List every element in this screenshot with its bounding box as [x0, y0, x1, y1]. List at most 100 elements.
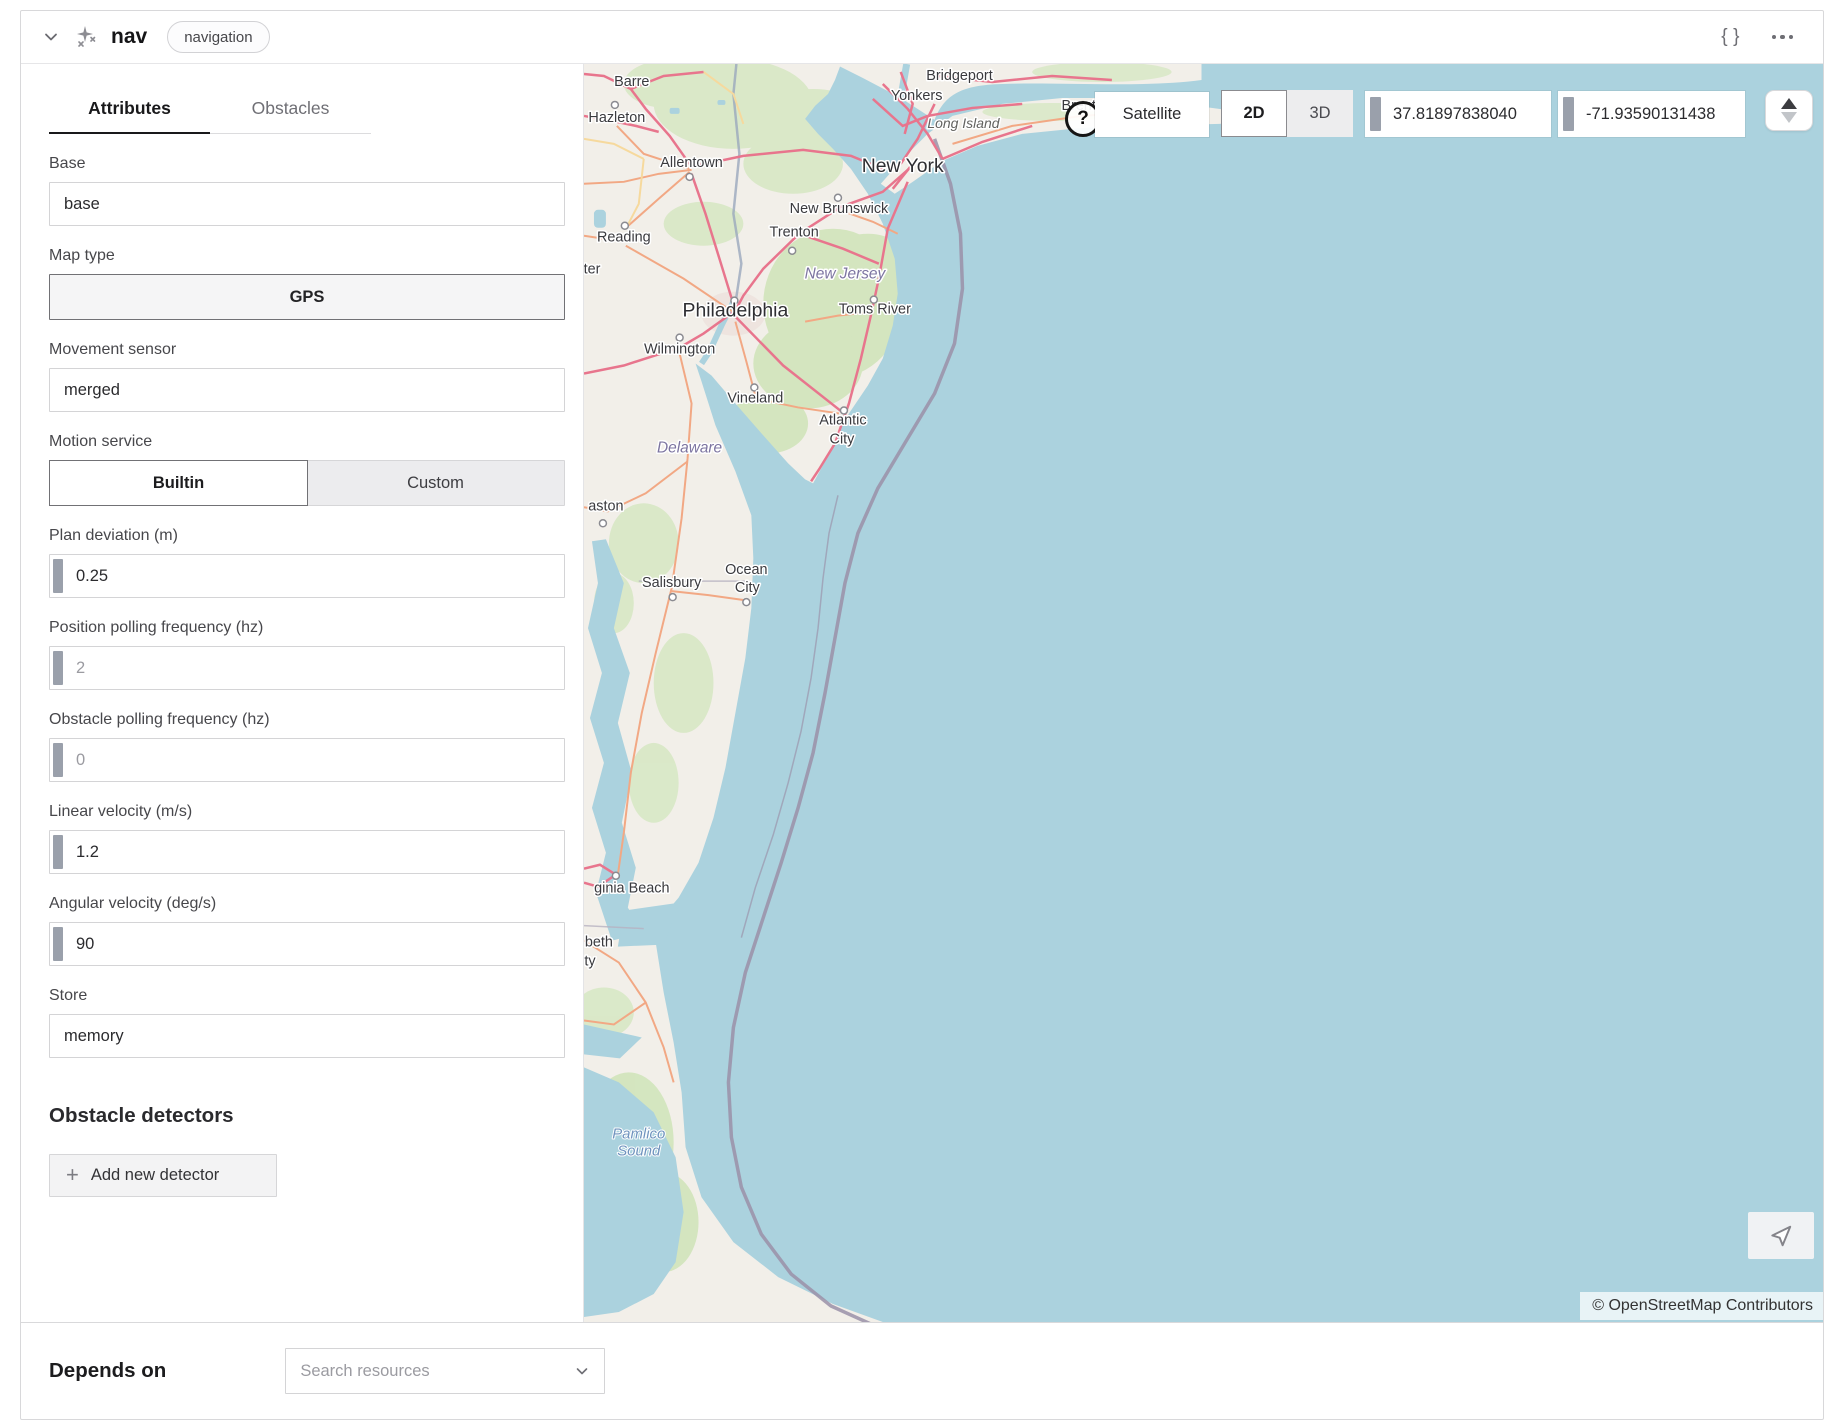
field-base: Base: [49, 155, 565, 226]
field-store: Store: [49, 987, 565, 1058]
service-title: nav: [111, 25, 147, 49]
movement-sensor-label: Movement sensor: [49, 341, 565, 359]
angular-velocity-label: Angular velocity (deg/s): [49, 895, 565, 913]
base-input[interactable]: [49, 182, 565, 226]
dimension-toggle: 2D 3D: [1221, 90, 1353, 137]
field-angular-velocity: Angular velocity (deg/s): [49, 895, 565, 966]
add-detector-button[interactable]: + Add new detector: [49, 1154, 277, 1197]
map-label: New Brunswick: [790, 201, 889, 217]
map-label: Sound: [617, 1142, 661, 1159]
more-menu-icon[interactable]: [1768, 31, 1798, 44]
position-polling-input[interactable]: [49, 646, 565, 690]
service-card: nav navigation { } Attributes Obstacles …: [20, 10, 1824, 1420]
plan-deviation-label: Plan deviation (m): [49, 527, 565, 545]
navigation-service-icon: [73, 24, 99, 50]
map-label: Bridgeport: [926, 68, 993, 84]
json-mode-icon[interactable]: { }: [1721, 26, 1741, 48]
map-label: Ocean: [725, 562, 767, 578]
obstacle-polling-label: Obstacle polling frequency (hz): [49, 711, 565, 729]
map-label: Hazleton: [588, 110, 645, 126]
map-label: Allentown: [660, 155, 723, 171]
map-label: Salisbury: [642, 575, 702, 591]
latitude-field: [1365, 91, 1551, 137]
map-label: City: [830, 431, 856, 447]
map-label: Wilmington: [644, 342, 715, 358]
map-label: City: [735, 580, 761, 596]
map-label: aston: [588, 498, 623, 514]
map-label: Long Island: [927, 115, 1000, 131]
angular-velocity-input[interactable]: [49, 922, 565, 966]
field-movement-sensor: Movement sensor: [49, 341, 565, 412]
card-footer: Depends on Search resources: [21, 1322, 1823, 1419]
map-label: beth: [585, 935, 613, 951]
map-label: New York: [862, 155, 944, 177]
store-input[interactable]: [49, 1014, 565, 1058]
motion-service-toggle: Builtin Custom: [49, 460, 565, 506]
longitude-input[interactable]: [1558, 91, 1745, 137]
movement-sensor-input[interactable]: [49, 368, 565, 412]
base-label: Base: [49, 155, 565, 173]
motion-service-label: Motion service: [49, 433, 565, 451]
store-label: Store: [49, 987, 565, 1005]
page: nav navigation { } Attributes Obstacles …: [0, 0, 1844, 1428]
motion-service-custom-option[interactable]: Custom: [307, 461, 564, 505]
map-type-gps-button[interactable]: GPS: [49, 274, 565, 320]
field-position-polling: Position polling frequency (hz): [49, 619, 565, 690]
obstacle-polling-input[interactable]: [49, 738, 565, 782]
linear-velocity-input[interactable]: [49, 830, 565, 874]
card-body: Attributes Obstacles Base Map type GPS M…: [21, 64, 1823, 1322]
view-2d-button[interactable]: 2D: [1221, 90, 1287, 137]
plus-icon: +: [66, 1164, 79, 1186]
map-label: New Jersey: [805, 266, 887, 283]
obstacle-detectors-heading: Obstacle detectors: [49, 1104, 565, 1128]
header-right: { }: [1721, 26, 1797, 48]
navigation-arrow-icon: [1768, 1223, 1794, 1249]
map-label: Pamlico: [612, 1125, 665, 1142]
map-label: Delaware: [657, 439, 723, 456]
collapse-chevron-icon[interactable]: [39, 25, 63, 49]
tab-obstacles[interactable]: Obstacles: [210, 88, 371, 133]
field-obstacle-polling: Obstacle polling frequency (hz): [49, 711, 565, 782]
map-type-label: Map type: [49, 247, 565, 265]
longitude-field: [1558, 91, 1745, 137]
map[interactable]: Barre Hazleton Allentown Reading ter New York…: [583, 64, 1823, 1322]
card-header: nav navigation { }: [21, 11, 1823, 64]
map-label: Yonkers: [891, 88, 943, 104]
select-placeholder: Search resources: [300, 1362, 574, 1381]
map-canvas[interactable]: Barre Hazleton Allentown Reading ter New York…: [584, 64, 1823, 1322]
map-label: ty: [584, 954, 596, 970]
field-plan-deviation: Plan deviation (m): [49, 527, 565, 598]
map-label: Vineland: [727, 390, 783, 406]
map-label: Reading: [597, 230, 651, 246]
chevron-down-icon: [574, 1363, 590, 1379]
map-label: Trenton: [770, 225, 819, 241]
config-panel: Attributes Obstacles Base Map type GPS M…: [21, 64, 583, 1322]
view-3d-button[interactable]: 3D: [1287, 90, 1353, 137]
header-left: nav navigation: [39, 21, 270, 53]
satellite-toggle-button[interactable]: Satellite: [1095, 92, 1209, 137]
map-label: ter: [584, 262, 601, 278]
locate-button[interactable]: [1748, 1212, 1814, 1259]
position-polling-label: Position polling frequency (hz): [49, 619, 565, 637]
zoom-stepper[interactable]: [1765, 90, 1813, 131]
tab-attributes[interactable]: Attributes: [49, 88, 210, 133]
map-label: Toms River: [839, 302, 911, 318]
decrement-icon[interactable]: [1781, 112, 1797, 123]
field-motion-service: Motion service Builtin Custom: [49, 433, 565, 506]
motion-service-builtin-option[interactable]: Builtin: [49, 460, 308, 506]
field-linear-velocity: Linear velocity (m/s): [49, 803, 565, 874]
latitude-input[interactable]: [1365, 91, 1551, 137]
tab-bar: Attributes Obstacles: [49, 88, 371, 134]
field-map-type: Map type GPS: [49, 247, 565, 320]
map-attribution: © OpenStreetMap Contributors: [1580, 1292, 1823, 1320]
depends-on-select[interactable]: Search resources: [285, 1348, 605, 1394]
depends-on-heading: Depends on: [49, 1359, 166, 1383]
map-label: ginia Beach: [594, 881, 669, 897]
service-type-badge: navigation: [167, 21, 269, 53]
plan-deviation-input[interactable]: [49, 554, 565, 598]
map-label: Barre: [614, 74, 649, 90]
increment-icon[interactable]: [1781, 98, 1797, 109]
map-label: Atlantic: [819, 412, 866, 428]
map-label: Philadelphia: [682, 300, 788, 322]
add-detector-label: Add new detector: [91, 1166, 219, 1185]
